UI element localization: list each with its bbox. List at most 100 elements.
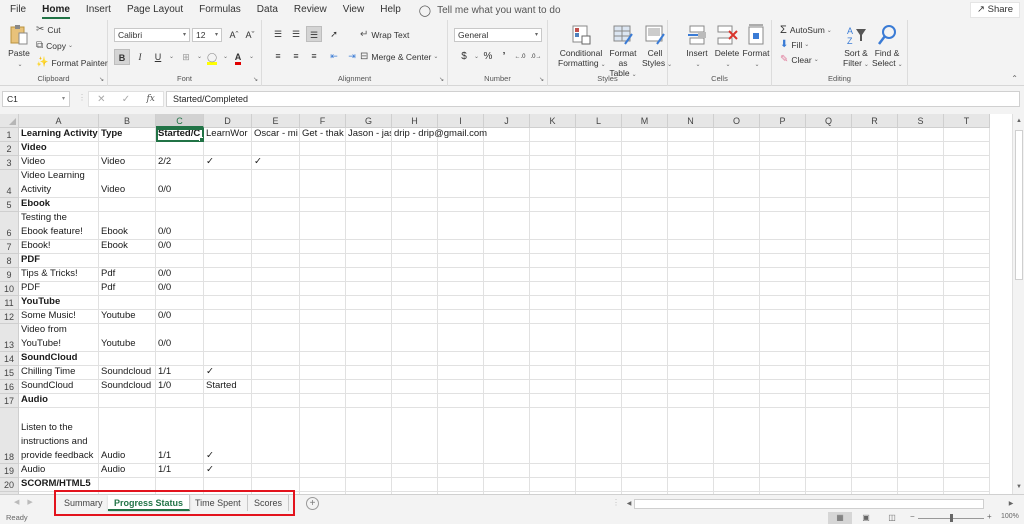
cell-c13[interactable]: 0/0 [156,324,204,352]
cell-s16[interactable] [898,380,944,394]
decrease-decimal-button[interactable]: .0→ [528,49,544,65]
cell-t2[interactable] [944,142,990,156]
sheet-tab-progress-status[interactable]: Progress Status [108,495,191,511]
cell-a16[interactable]: SoundCloud [19,380,99,394]
decrease-font-button[interactable]: Aˇ [242,27,258,43]
cell-p14[interactable] [760,352,806,366]
cell-e5[interactable] [252,198,300,212]
cell-a3[interactable]: Video [19,156,99,170]
italic-button[interactable]: I [132,49,148,65]
cell-f16[interactable] [300,380,346,394]
collapse-ribbon-icon[interactable]: ⌃ [1011,74,1018,83]
cell-m9[interactable] [622,268,668,282]
cell-f18[interactable] [300,408,346,464]
cell-c14[interactable] [156,352,204,366]
tab-help[interactable]: Help [372,0,409,20]
cell-h4[interactable] [392,170,438,198]
row-header[interactable]: 5 [0,198,19,212]
cell-d6[interactable] [204,212,252,240]
split-handle-icon[interactable]: ⋮ [612,498,620,507]
cell-n16[interactable] [668,380,714,394]
merge-center-button[interactable]: ⊟ Merge & Center ⌄ [360,51,438,62]
cell-n5[interactable] [668,198,714,212]
cell-g11[interactable] [346,296,392,310]
cell-o17[interactable] [714,394,760,408]
cell-c19[interactable]: 1/1 [156,464,204,478]
cell-i20[interactable] [438,478,484,492]
cell-b1[interactable]: Type [99,128,156,142]
center-button[interactable]: ≡ [288,48,304,64]
cell-s20[interactable] [898,478,944,492]
cell-l17[interactable] [576,394,622,408]
cell-i2[interactable] [438,142,484,156]
cell-j13[interactable] [484,324,530,352]
cell-d12[interactable] [204,310,252,324]
cell-i3[interactable] [438,156,484,170]
chevron-down-icon[interactable]: ⌄ [223,53,228,60]
cell-j6[interactable] [484,212,530,240]
row-header[interactable]: 10 [0,282,19,296]
chevron-down-icon[interactable]: ⌄ [474,53,479,60]
cell-q15[interactable] [806,366,852,380]
cell-m11[interactable] [622,296,668,310]
cell-n7[interactable] [668,240,714,254]
cell-m14[interactable] [622,352,668,366]
column-header-s[interactable]: S [898,114,944,128]
cell-j20[interactable] [484,478,530,492]
cell-q7[interactable] [806,240,852,254]
cell-m12[interactable] [622,310,668,324]
cell-f3[interactable] [300,156,346,170]
cell-l14[interactable] [576,352,622,366]
cell-j12[interactable] [484,310,530,324]
column-header-a[interactable]: A [19,114,99,128]
cell-p3[interactable] [760,156,806,170]
cell-h7[interactable] [392,240,438,254]
cell-d1[interactable]: LearnWor [204,128,252,142]
cell-l5[interactable] [576,198,622,212]
cell-l20[interactable] [576,478,622,492]
cell-s17[interactable] [898,394,944,408]
select-all-button[interactable] [0,114,19,128]
cell-j5[interactable] [484,198,530,212]
cell-m19[interactable] [622,464,668,478]
cell-a19[interactable]: Audio [19,464,99,478]
cell-g1[interactable]: Jason - jas [346,128,392,142]
cell-e11[interactable] [252,296,300,310]
dialog-launcher-icon[interactable]: ↘ [253,76,258,83]
cell-c16[interactable]: 1/0 [156,380,204,394]
cell-g5[interactable] [346,198,392,212]
insert-function-icon[interactable]: fx [146,94,154,104]
page-break-view-button[interactable]: ◫ [880,512,904,524]
cell-q2[interactable] [806,142,852,156]
cell-q9[interactable] [806,268,852,282]
cell-a15[interactable]: Chilling Time [19,366,99,380]
number-format-select[interactable]: General ▾ [454,28,542,42]
column-header-i[interactable]: I [438,114,484,128]
drag-handle-icon[interactable]: ⋮ [78,93,86,102]
cell-l2[interactable] [576,142,622,156]
horizontal-scrollbar[interactable]: ◀ ▶ [622,498,1018,510]
cell-s6[interactable] [898,212,944,240]
cell-r15[interactable] [852,366,898,380]
row-header[interactable]: 18 [0,408,19,464]
cell-g4[interactable] [346,170,392,198]
page-layout-view-button[interactable]: ▣ [854,512,878,524]
column-header-e[interactable]: E [252,114,300,128]
cell-q16[interactable] [806,380,852,394]
cell-q17[interactable] [806,394,852,408]
tab-formulas[interactable]: Formulas [191,0,249,20]
cell-g8[interactable] [346,254,392,268]
cell-d15[interactable]: ✓ [204,366,252,380]
cell-m5[interactable] [622,198,668,212]
cell-o20[interactable] [714,478,760,492]
cell-l6[interactable] [576,212,622,240]
cell-j4[interactable] [484,170,530,198]
cell-f12[interactable] [300,310,346,324]
cell-i6[interactable] [438,212,484,240]
row-header[interactable]: 4 [0,170,19,198]
cell-e13[interactable] [252,324,300,352]
zoom-out-button[interactable]: − [910,512,915,521]
cell-r10[interactable] [852,282,898,296]
cell-q1[interactable] [806,128,852,142]
cell-g14[interactable] [346,352,392,366]
